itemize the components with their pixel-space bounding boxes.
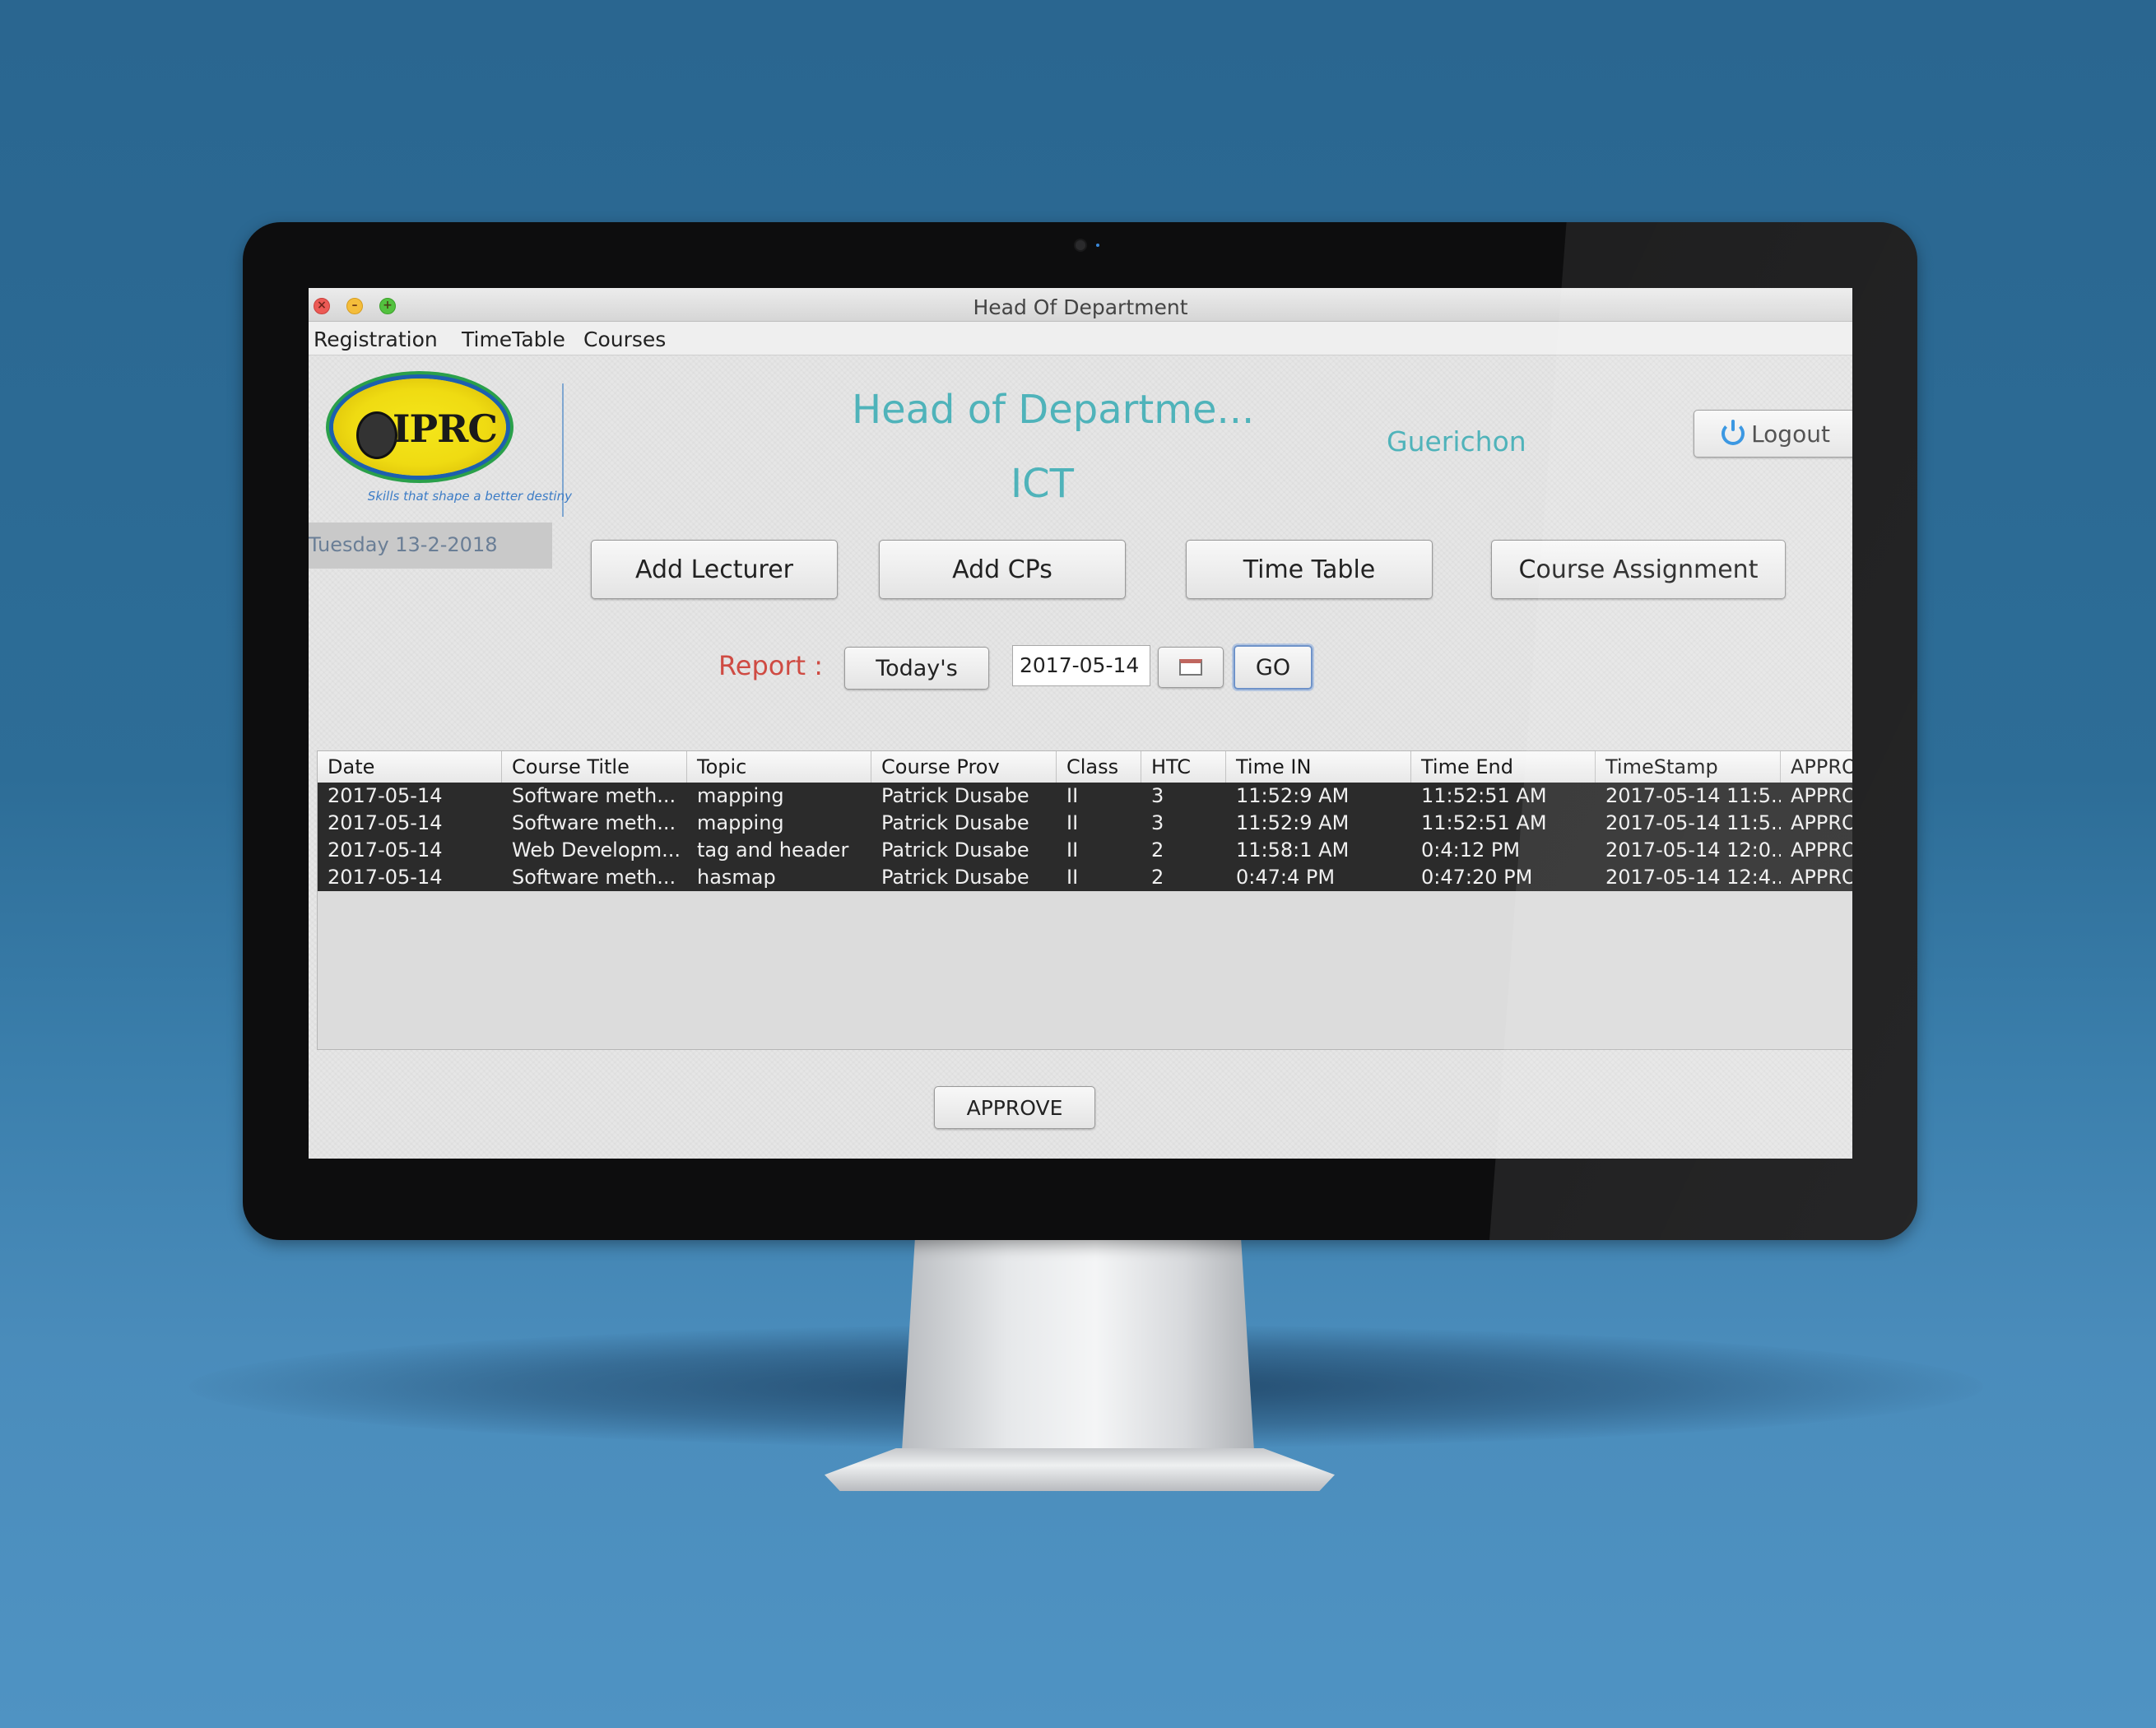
approve-button[interactable]: APPROVE <box>934 1086 1095 1129</box>
table-header: Date Course Title Topic Course Prov Clas… <box>318 751 1852 783</box>
cell-time-end: 0:47:20 PM <box>1421 866 1533 889</box>
cell-topic: tag and header <box>697 838 849 862</box>
go-button[interactable]: GO <box>1234 645 1313 690</box>
cell-time-end: 11:52:51 AM <box>1421 811 1547 834</box>
power-icon <box>1722 420 1745 445</box>
table-row[interactable]: 2017-05-14 Software meth... hasmap Patri… <box>318 864 1852 891</box>
table-row[interactable]: 2017-05-14 Software meth... mapping Patr… <box>318 783 1852 810</box>
column-header-course-prov[interactable]: Course Prov <box>871 751 1057 783</box>
date-display: Tuesday 13-2-2018 <box>309 523 552 569</box>
course-assignment-button[interactable]: Course Assignment <box>1491 540 1786 599</box>
window-title: Head Of Department <box>973 295 1188 319</box>
cell-course-title: Software meth... <box>512 811 676 834</box>
add-lecturer-button[interactable]: Add Lecturer <box>591 540 838 599</box>
cell-time-in: 11:52:9 AM <box>1236 784 1350 807</box>
column-header-course-title[interactable]: Course Title <box>502 751 687 783</box>
page-title: Head of Departme... <box>852 387 1255 433</box>
cell-topic: hasmap <box>697 866 776 889</box>
cell-time-end: 0:4:12 PM <box>1421 838 1521 862</box>
cell-approved: APPRO <box>1791 811 1852 834</box>
column-header-class[interactable]: Class <box>1057 751 1141 783</box>
menu-bar: Registration TimeTable Courses <box>309 322 1852 355</box>
logo-text: IPRC <box>393 406 498 451</box>
menu-courses[interactable]: Courses <box>583 327 666 351</box>
calendar-icon <box>1179 659 1202 676</box>
monitor-stand-base <box>825 1448 1335 1491</box>
column-header-approved[interactable]: APPRO <box>1781 751 1852 783</box>
cell-approved: APPRO <box>1791 866 1852 889</box>
camera-led <box>1096 244 1099 247</box>
logo-tagline: Skills that shape a better destiny <box>367 489 572 504</box>
column-header-time-end[interactable]: Time End <box>1411 751 1596 783</box>
cell-timestamp: 2017-05-14 12:0... <box>1605 838 1781 862</box>
cell-time-in: 11:52:9 AM <box>1236 811 1350 834</box>
cell-timestamp: 2017-05-14 11:5... <box>1605 784 1781 807</box>
cell-time-in: 11:58:1 AM <box>1236 838 1350 862</box>
username-label: Guerichon <box>1387 425 1526 458</box>
cell-course-prov: Patrick Dusabe <box>881 811 1029 834</box>
report-date-field[interactable]: 2017-05-14 <box>1012 645 1150 686</box>
cell-class: II <box>1066 811 1079 834</box>
cell-time-in: 0:47:4 PM <box>1236 866 1336 889</box>
iprc-logo: IPRC <box>333 379 506 476</box>
report-label: Report : <box>718 650 824 681</box>
column-header-topic[interactable]: Topic <box>687 751 871 783</box>
menu-timetable[interactable]: TimeTable <box>462 327 565 351</box>
date-text: Tuesday 13-2-2018 <box>309 533 498 556</box>
column-header-htc[interactable]: HTC <box>1141 751 1226 783</box>
logo-divider <box>562 383 564 517</box>
cell-approved: APPRO <box>1791 838 1852 862</box>
time-table-button[interactable]: Time Table <box>1186 540 1433 599</box>
cell-htc: 3 <box>1151 811 1164 834</box>
todays-button[interactable]: Today's <box>844 647 989 690</box>
logout-label: Logout <box>1751 420 1830 448</box>
main-content: IPRC Skills that shape a better destiny … <box>309 355 1852 1159</box>
table-row[interactable]: 2017-05-14 Web Developm... tag and heade… <box>318 837 1852 864</box>
logo-emblem-icon <box>356 411 397 459</box>
cell-date: 2017-05-14 <box>328 811 443 834</box>
cell-htc: 3 <box>1151 784 1164 807</box>
cell-topic: mapping <box>697 784 784 807</box>
column-header-time-in[interactable]: Time IN <box>1226 751 1411 783</box>
department-label: ICT <box>1011 461 1074 507</box>
monitor-bezel: × – + Head Of Department Registration Ti… <box>243 222 1917 1240</box>
title-bar: × – + Head Of Department <box>309 288 1852 322</box>
table-row[interactable]: 2017-05-14 Software meth... mapping Patr… <box>318 810 1852 837</box>
cell-class: II <box>1066 838 1079 862</box>
camera-icon <box>1076 240 1085 250</box>
cell-time-end: 11:52:51 AM <box>1421 784 1547 807</box>
cell-timestamp: 2017-05-14 11:5... <box>1605 811 1781 834</box>
cell-timestamp: 2017-05-14 12:4... <box>1605 866 1781 889</box>
table-body: 2017-05-14 Software meth... mapping Patr… <box>318 783 1852 891</box>
logout-button[interactable]: Logout <box>1694 410 1852 458</box>
cell-course-prov: Patrick Dusabe <box>881 838 1029 862</box>
app-window: × – + Head Of Department Registration Ti… <box>309 288 1852 1159</box>
cell-course-title: Software meth... <box>512 866 676 889</box>
cell-course-prov: Patrick Dusabe <box>881 784 1029 807</box>
cell-course-prov: Patrick Dusabe <box>881 866 1029 889</box>
cell-approved: APPRO <box>1791 784 1852 807</box>
menu-registration[interactable]: Registration <box>314 327 438 351</box>
column-header-date[interactable]: Date <box>318 751 502 783</box>
cell-htc: 2 <box>1151 866 1164 889</box>
cell-class: II <box>1066 866 1079 889</box>
monitor-stand <box>901 1234 1255 1465</box>
cell-course-title: Software meth... <box>512 784 676 807</box>
cell-course-title: Web Developm... <box>512 838 681 862</box>
cell-topic: mapping <box>697 811 784 834</box>
cell-date: 2017-05-14 <box>328 838 443 862</box>
add-cps-button[interactable]: Add CPs <box>879 540 1126 599</box>
column-header-timestamp[interactable]: TimeStamp <box>1596 751 1781 783</box>
calendar-button[interactable] <box>1158 647 1224 688</box>
cell-date: 2017-05-14 <box>328 784 443 807</box>
logo-panel: IPRC Skills that shape a better destiny <box>325 372 572 517</box>
report-table[interactable]: Date Course Title Topic Course Prov Clas… <box>317 750 1852 1050</box>
cell-class: II <box>1066 784 1079 807</box>
cell-date: 2017-05-14 <box>328 866 443 889</box>
cell-htc: 2 <box>1151 838 1164 862</box>
